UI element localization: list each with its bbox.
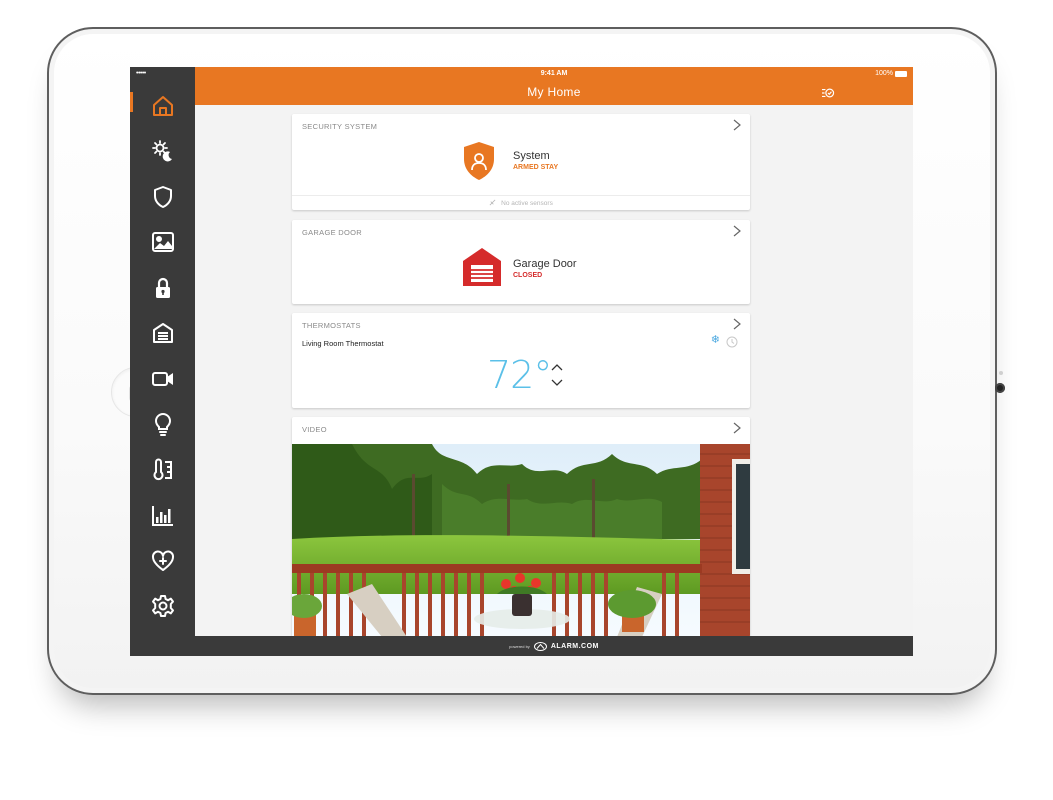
card-title: THERMOSTATS (302, 321, 361, 330)
security-system-card[interactable]: SECURITY SYSTEM System ARMED STAY No act… (292, 114, 750, 210)
card-title: GARAGE DOOR (302, 228, 362, 237)
shield-icon (153, 186, 172, 208)
chevron-down-icon[interactable] (551, 379, 563, 387)
sidebar-item-images[interactable] (130, 220, 195, 264)
backyard-camera-image (292, 444, 750, 637)
sidebar-item-wellness[interactable] (130, 539, 195, 583)
battery-percent: 100% (875, 70, 893, 77)
dashboard: SECURITY SYSTEM System ARMED STAY No act… (195, 105, 913, 637)
card-title: SECURITY SYSTEM (302, 122, 378, 131)
chevron-right-icon[interactable] (733, 318, 741, 330)
battery-indicator: 100% (875, 70, 907, 77)
powered-by-text: powered by (509, 643, 530, 649)
sidebar-item-locks[interactable] (130, 266, 195, 310)
sidebar-item-energy[interactable] (130, 493, 195, 537)
bar-chart-icon (151, 506, 173, 526)
schedule-icon[interactable] (726, 336, 738, 348)
lock-icon (155, 277, 170, 298)
home-icon (152, 96, 173, 116)
sidebar-item-security[interactable] (130, 175, 195, 219)
sidebar-item-lights[interactable] (130, 402, 195, 446)
heart-plus-icon (151, 550, 174, 571)
brand-name: ALARM.COM (550, 642, 599, 650)
carrier-signal: ••••• (136, 70, 146, 77)
system-status: ARMED STAY (513, 164, 559, 171)
app-header: My Home (195, 81, 913, 105)
garage-closed-icon (463, 248, 501, 286)
day-night-icon (151, 140, 172, 162)
page-title: My Home (527, 85, 581, 99)
thermostats-card[interactable]: THERMOSTATS Living Room Thermostat ❄ 72° (292, 313, 750, 408)
sensor-status-text: No active sensors (501, 200, 553, 207)
gear-icon (151, 595, 174, 617)
thermostat-icon (153, 458, 172, 481)
sidebar-item-settings[interactable] (130, 584, 195, 628)
armed-shield-icon (464, 142, 494, 180)
ambient-sensor (999, 371, 1003, 375)
activity-history-icon[interactable] (821, 87, 835, 99)
sidebar-item-garage[interactable] (130, 311, 195, 355)
powered-by-footer: powered by ALARM.COM (195, 636, 913, 656)
garage-icon (152, 323, 173, 343)
chevron-right-icon[interactable] (733, 225, 741, 237)
alarm-com-logo-icon (533, 641, 547, 651)
chevron-right-icon[interactable] (733, 119, 741, 131)
thermostat-name: Living Room Thermostat (302, 339, 384, 348)
sidebar: ••••• (130, 67, 195, 656)
garage-door-card[interactable]: GARAGE DOOR Garage Door CLOSED (292, 220, 750, 304)
front-camera (995, 383, 1005, 393)
sidebar-item-scenes[interactable] (130, 129, 195, 173)
light-bulb-icon (154, 413, 171, 436)
sensor-icon (489, 199, 496, 206)
chevron-up-icon[interactable] (551, 363, 563, 371)
system-name: System (513, 150, 550, 162)
sidebar-item-thermostat[interactable] (130, 448, 195, 492)
video-card[interactable]: VIDEO (292, 417, 750, 637)
cool-mode-icon[interactable]: ❄ (711, 335, 720, 346)
status-time: 9:41 AM (540, 70, 568, 77)
card-title: VIDEO (302, 425, 327, 434)
battery-icon (895, 70, 907, 77)
video-camera-icon (151, 372, 173, 386)
sidebar-item-home[interactable] (130, 84, 195, 128)
app-screen: ••••• 9:41 AM 100% My Home SECURITY SYST… (130, 67, 913, 656)
status-bar: 9:41 AM 100% (195, 67, 913, 81)
sidebar-item-video[interactable] (130, 357, 195, 401)
current-temperature: 72° (487, 353, 552, 397)
chevron-right-icon[interactable] (733, 422, 741, 434)
garage-door-status: CLOSED (513, 272, 543, 279)
image-icon (151, 232, 174, 252)
sensor-status-bar: No active sensors (292, 195, 750, 210)
video-feed[interactable] (292, 444, 750, 637)
garage-door-name: Garage Door (513, 258, 577, 270)
